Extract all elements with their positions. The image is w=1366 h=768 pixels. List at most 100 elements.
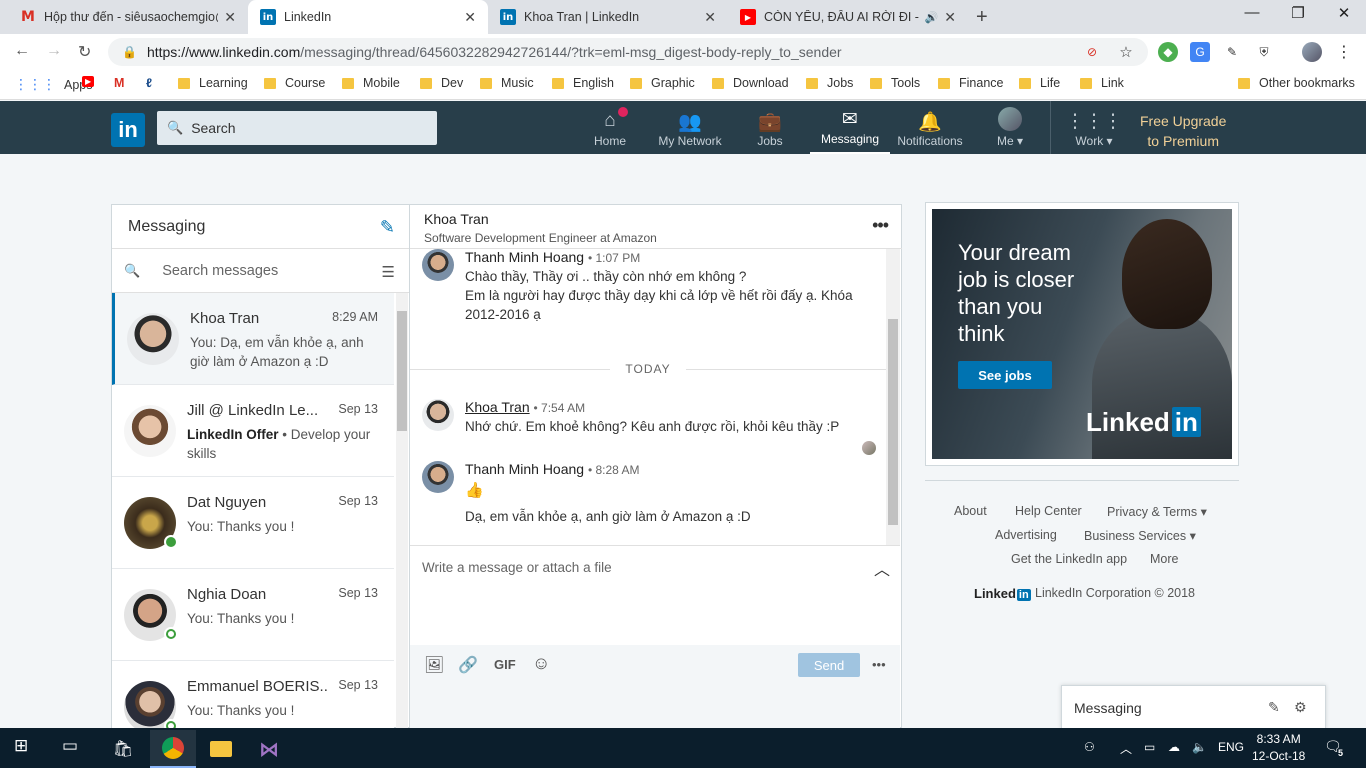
scrollbar-thumb[interactable] bbox=[397, 311, 407, 431]
scrollbar-thumb[interactable] bbox=[888, 319, 898, 525]
menu-icon[interactable]: ⋮ bbox=[1334, 42, 1354, 62]
camera-blocked-icon[interactable]: ⊘ bbox=[1082, 42, 1102, 62]
store-icon[interactable]: 🛍 bbox=[100, 730, 146, 768]
nav-jobs[interactable]: 💼 Jobs bbox=[748, 101, 792, 154]
bookmark-life[interactable]: Life bbox=[1019, 76, 1060, 90]
conversation-scrollbar[interactable] bbox=[396, 293, 408, 729]
footer-link-privacy[interactable]: Privacy & Terms ▾ bbox=[1107, 504, 1207, 519]
show-hidden-icon[interactable]: ︿ bbox=[1120, 740, 1132, 757]
bookmark-music[interactable]: Music bbox=[480, 76, 534, 90]
bookmark-tools[interactable]: Tools bbox=[870, 76, 920, 90]
conversation-item[interactable]: Jill @ LinkedIn Le... Sep 13 LinkedIn Of… bbox=[112, 385, 394, 477]
messaging-overlay[interactable]: Messaging ✎ ⚙ bbox=[1061, 685, 1326, 729]
clock[interactable]: 8:33 AM 12-Oct-18 bbox=[1252, 731, 1305, 765]
tab-khoa-tran[interactable]: in Khoa Tran | LinkedIn ✕ bbox=[488, 0, 728, 34]
profile-avatar[interactable] bbox=[1302, 42, 1322, 62]
gear-icon[interactable]: ⚙ bbox=[1294, 699, 1307, 716]
extension-icon[interactable]: ◆ bbox=[1158, 42, 1178, 62]
chevron-up-icon[interactable]: ︿ bbox=[874, 556, 890, 580]
attach-icon[interactable]: 🔗 bbox=[458, 655, 478, 675]
send-button[interactable]: Send bbox=[798, 653, 860, 677]
visual-studio-icon[interactable]: ⋈ bbox=[246, 730, 292, 768]
image-icon[interactable]: 🖼 bbox=[424, 655, 444, 675]
back-icon[interactable]: ← bbox=[14, 42, 30, 60]
cloud-icon[interactable]: ☁ bbox=[1168, 740, 1180, 754]
more-options-icon[interactable]: ••• bbox=[872, 657, 886, 672]
linkedin-logo[interactable]: in bbox=[111, 113, 145, 147]
close-icon[interactable]: ✕ bbox=[464, 9, 476, 26]
battery-icon[interactable]: ▭ bbox=[1144, 740, 1155, 754]
task-view-icon[interactable]: ▭ bbox=[62, 736, 78, 756]
reload-icon[interactable]: ↻ bbox=[78, 42, 91, 62]
windows-start-icon[interactable]: ⊞ bbox=[14, 736, 28, 756]
footer-link-app[interactable]: Get the LinkedIn app bbox=[1011, 552, 1127, 566]
chrome-icon[interactable] bbox=[150, 730, 196, 768]
bookmark-apps[interactable]: ⋮⋮⋮ Apps bbox=[14, 76, 93, 93]
nav-me[interactable]: Me ▾ bbox=[990, 101, 1030, 154]
url-bar[interactable]: 🔒 https://www.linkedin.com/messaging/thr… bbox=[108, 38, 1148, 66]
premium-upsell-link[interactable]: Free Upgrade to Premium bbox=[1140, 111, 1226, 151]
bookmark-learning[interactable]: Learning bbox=[178, 76, 248, 90]
bookmark-graphic[interactable]: Graphic bbox=[630, 76, 695, 90]
bookmark-site[interactable]: ℓ bbox=[146, 76, 152, 90]
gif-button[interactable]: GIF bbox=[494, 657, 516, 672]
nav-work[interactable]: ⋮⋮⋮ Work ▾ bbox=[1066, 101, 1123, 154]
close-icon[interactable]: ✕ bbox=[704, 9, 716, 26]
bookmark-english[interactable]: English bbox=[552, 76, 614, 90]
bookmark-dev[interactable]: Dev bbox=[420, 76, 463, 90]
nav-notifications[interactable]: 🔔 Notifications bbox=[892, 101, 968, 154]
see-jobs-button[interactable]: See jobs bbox=[958, 361, 1052, 389]
search-input[interactable]: 🔍 Search bbox=[157, 111, 437, 145]
bookmark-download[interactable]: Download bbox=[712, 76, 789, 90]
maximize-icon[interactable]: ❐ bbox=[1278, 4, 1318, 22]
tab-gmail[interactable]: M Hộp thư đến - siêusaochemgio@ ✕ bbox=[8, 0, 248, 34]
tab-youtube[interactable]: ▶ CÒN YÊU, ĐÂU AI RỜI ĐI - Đ 🔊 ✕ bbox=[728, 0, 968, 34]
bookmark-jobs[interactable]: Jobs bbox=[806, 76, 853, 90]
window-close-icon[interactable]: ✕ bbox=[1324, 4, 1364, 22]
eyedropper-icon[interactable]: ✎ bbox=[1222, 42, 1242, 62]
people-icon[interactable]: ⚇ bbox=[1084, 740, 1095, 754]
thread-scrollbar[interactable] bbox=[886, 249, 900, 545]
bookmark-youtube[interactable]: ▶ bbox=[82, 76, 95, 87]
star-icon[interactable]: ☆ bbox=[1116, 42, 1136, 62]
conversation-item[interactable]: Khoa Tran 8:29 AM You: Dạ, em vẫn khỏe ạ… bbox=[112, 293, 394, 385]
bookmark-gmail[interactable]: M bbox=[114, 76, 124, 90]
ad-card[interactable]: Your dream job is closer than you think … bbox=[925, 202, 1239, 466]
compose-icon[interactable]: ✎ bbox=[380, 217, 395, 238]
contact-name[interactable]: Khoa Tran bbox=[424, 211, 902, 227]
footer-link-about[interactable]: About bbox=[954, 504, 987, 518]
bookmark-course[interactable]: Course bbox=[264, 76, 325, 90]
message-input[interactable]: Write a message or attach a file ︿ bbox=[410, 545, 900, 645]
shield-icon[interactable]: ⛨ bbox=[1254, 42, 1274, 62]
footer-link-help[interactable]: Help Center bbox=[1015, 504, 1082, 518]
speaker-icon[interactable]: 🔊 bbox=[925, 11, 939, 24]
sender-link[interactable]: Khoa Tran bbox=[465, 399, 530, 415]
footer-link-more[interactable]: More bbox=[1150, 552, 1178, 566]
filter-icon[interactable]: ☰ bbox=[382, 263, 395, 281]
new-tab-icon[interactable]: + bbox=[976, 6, 988, 29]
footer-link-business[interactable]: Business Services ▾ bbox=[1084, 528, 1196, 543]
conversation-item[interactable]: Dat Nguyen Sep 13 You: Thanks you ! bbox=[112, 477, 394, 569]
tab-linkedin[interactable]: in LinkedIn ✕ bbox=[248, 0, 488, 34]
forward-icon[interactable]: → bbox=[46, 42, 62, 60]
nav-messaging[interactable]: ✉ Messaging bbox=[810, 101, 890, 154]
conversation-item[interactable]: Nghia Doan Sep 13 You: Thanks you ! bbox=[112, 569, 394, 661]
nav-my-network[interactable]: 👥 My Network bbox=[652, 101, 728, 154]
bookmark-other[interactable]: Other bookmarks bbox=[1238, 76, 1355, 90]
translate-icon[interactable]: G bbox=[1190, 42, 1210, 62]
language-indicator[interactable]: ENG bbox=[1218, 740, 1244, 754]
more-options-icon[interactable]: ••• bbox=[872, 215, 889, 236]
emoji-icon[interactable]: ☺ bbox=[532, 653, 550, 674]
close-icon[interactable]: ✕ bbox=[944, 9, 956, 26]
bookmark-mobile[interactable]: Mobile bbox=[342, 76, 400, 90]
file-explorer-icon[interactable] bbox=[198, 730, 244, 768]
conversation-item[interactable]: Emmanuel BOERIS... Sep 13 You: Thanks yo… bbox=[112, 661, 394, 733]
bookmark-finance[interactable]: Finance bbox=[938, 76, 1003, 90]
compose-icon[interactable]: ✎ bbox=[1268, 699, 1280, 716]
footer-link-advertising[interactable]: Advertising bbox=[995, 528, 1057, 542]
minimize-icon[interactable]: — bbox=[1232, 4, 1272, 21]
search-messages-input[interactable]: 🔍 Search messages bbox=[112, 249, 409, 293]
close-icon[interactable]: ✕ bbox=[224, 9, 236, 26]
volume-icon[interactable]: 🔈 bbox=[1192, 740, 1207, 754]
bookmark-link[interactable]: Link bbox=[1080, 76, 1124, 90]
